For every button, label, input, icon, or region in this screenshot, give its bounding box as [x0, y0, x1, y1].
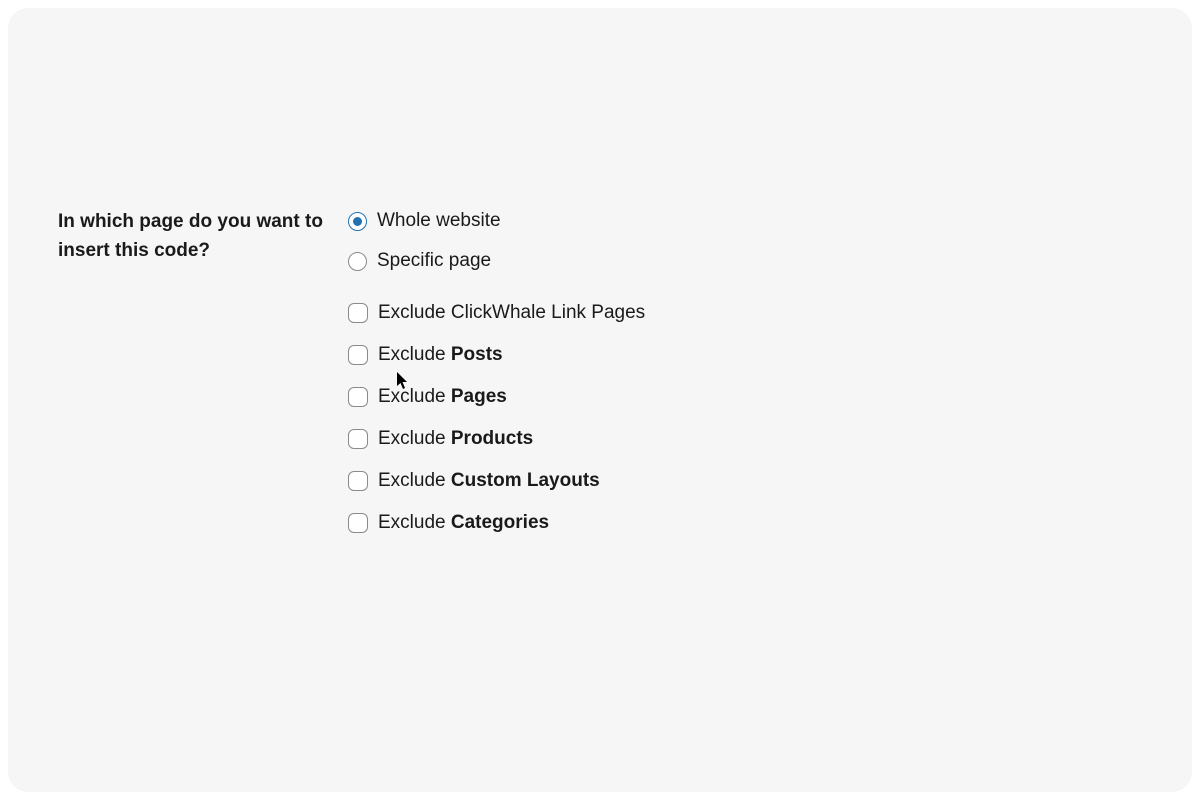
- page-scope-radio-group: Whole website Specific page: [348, 210, 1142, 272]
- checkbox-indicator: [348, 303, 368, 323]
- checkbox-exclude-categories[interactable]: Exclude Categories: [348, 512, 1142, 534]
- radio-label: Specific page: [377, 250, 491, 272]
- radio-specific-page[interactable]: Specific page: [348, 250, 1142, 272]
- checkbox-exclude-custom-layouts[interactable]: Exclude Custom Layouts: [348, 470, 1142, 492]
- question-label: In which page do you want to insert this…: [58, 208, 348, 265]
- checkbox-label: Exclude Pages: [378, 386, 507, 408]
- checkbox-label: Exclude Custom Layouts: [378, 470, 600, 492]
- checkbox-label: Exclude Products: [378, 428, 533, 450]
- options-column: Whole website Specific page Exclude Clic…: [348, 208, 1142, 554]
- checkbox-exclude-products[interactable]: Exclude Products: [348, 428, 1142, 450]
- checkbox-exclude-posts[interactable]: Exclude Posts: [348, 344, 1142, 366]
- exclude-checkbox-group: Exclude ClickWhale Link Pages Exclude Po…: [348, 302, 1142, 534]
- settings-panel: In which page do you want to insert this…: [8, 8, 1192, 792]
- checkbox-exclude-pages[interactable]: Exclude Pages: [348, 386, 1142, 408]
- radio-indicator: [348, 212, 367, 231]
- radio-label: Whole website: [377, 210, 501, 232]
- checkbox-indicator: [348, 513, 368, 533]
- checkbox-label: Exclude ClickWhale Link Pages: [378, 302, 645, 324]
- radio-indicator: [348, 252, 367, 271]
- checkbox-indicator: [348, 471, 368, 491]
- form-row: In which page do you want to insert this…: [58, 208, 1142, 554]
- radio-whole-website[interactable]: Whole website: [348, 210, 1142, 232]
- checkbox-indicator: [348, 345, 368, 365]
- checkbox-label: Exclude Posts: [378, 344, 503, 366]
- checkbox-label: Exclude Categories: [378, 512, 549, 534]
- checkbox-indicator: [348, 429, 368, 449]
- checkbox-indicator: [348, 387, 368, 407]
- checkbox-exclude-clickwhale-link-pages[interactable]: Exclude ClickWhale Link Pages: [348, 302, 1142, 324]
